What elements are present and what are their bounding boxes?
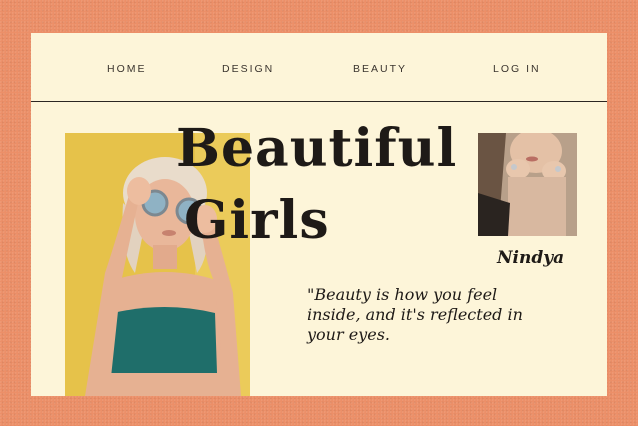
nav-log-in[interactable]: LOG IN: [493, 63, 541, 75]
top-nav: HOME DESIGN BEAUTY LOG IN: [31, 33, 607, 102]
side-photo-caption: Nindya: [497, 248, 565, 268]
side-portrait-photo: [478, 133, 577, 236]
nav-beauty[interactable]: BEAUTY: [353, 63, 407, 75]
nav-design[interactable]: DESIGN: [222, 63, 274, 75]
side-photo-illustration: [478, 133, 577, 236]
nav-home[interactable]: HOME: [107, 63, 147, 75]
hero-title-line1: Beautiful: [176, 118, 458, 179]
page-card: HOME DESIGN BEAUTY LOG IN Beautiful Girl…: [31, 33, 607, 396]
hero-title-line2: Girls: [184, 190, 330, 251]
hero-quote: "Beauty is how you feel inside, and it's…: [307, 285, 523, 344]
